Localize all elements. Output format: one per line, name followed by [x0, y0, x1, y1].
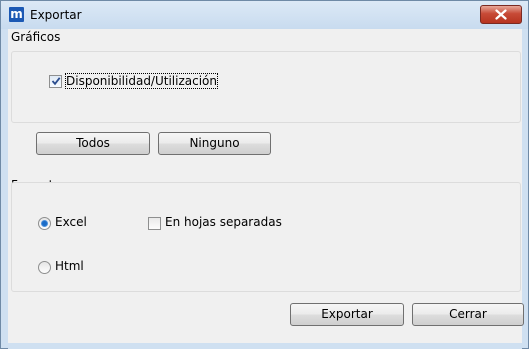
app-logo-icon: m [9, 7, 24, 22]
hojas-separadas-checkbox[interactable] [148, 217, 161, 230]
excel-radio[interactable] [38, 217, 51, 230]
ninguno-button[interactable]: Ninguno [158, 132, 271, 155]
checkmark-icon [51, 77, 61, 86]
dialog-body: Gráficos Disponibilidad/Utilización Todo… [8, 29, 524, 343]
window-bottom-border [8, 343, 522, 349]
exportar-button[interactable]: Exportar [290, 303, 404, 326]
hojas-separadas-label[interactable]: En hojas separadas [165, 215, 282, 229]
close-window-button[interactable] [480, 5, 522, 24]
title-bar[interactable]: m Exportar [1, 1, 528, 29]
disponibilidad-checkbox[interactable] [49, 75, 62, 88]
html-radio-label[interactable]: Html [55, 259, 84, 273]
window-title: Exportar [30, 8, 82, 22]
cerrar-button[interactable]: Cerrar [412, 303, 524, 326]
graficos-group-label: Gráficos [11, 30, 61, 44]
todos-button[interactable]: Todos [36, 132, 150, 155]
html-radio[interactable] [38, 261, 51, 274]
disponibilidad-checkbox-label[interactable]: Disponibilidad/Utilización [65, 73, 218, 89]
formato-group: Excel En hojas separadas Html [11, 182, 521, 292]
excel-radio-label[interactable]: Excel [55, 215, 87, 229]
close-icon [495, 9, 507, 20]
graficos-group: Disponibilidad/Utilización [11, 51, 521, 123]
export-dialog: m Exportar Gráficos Disponibilidad/Utili… [0, 0, 529, 349]
